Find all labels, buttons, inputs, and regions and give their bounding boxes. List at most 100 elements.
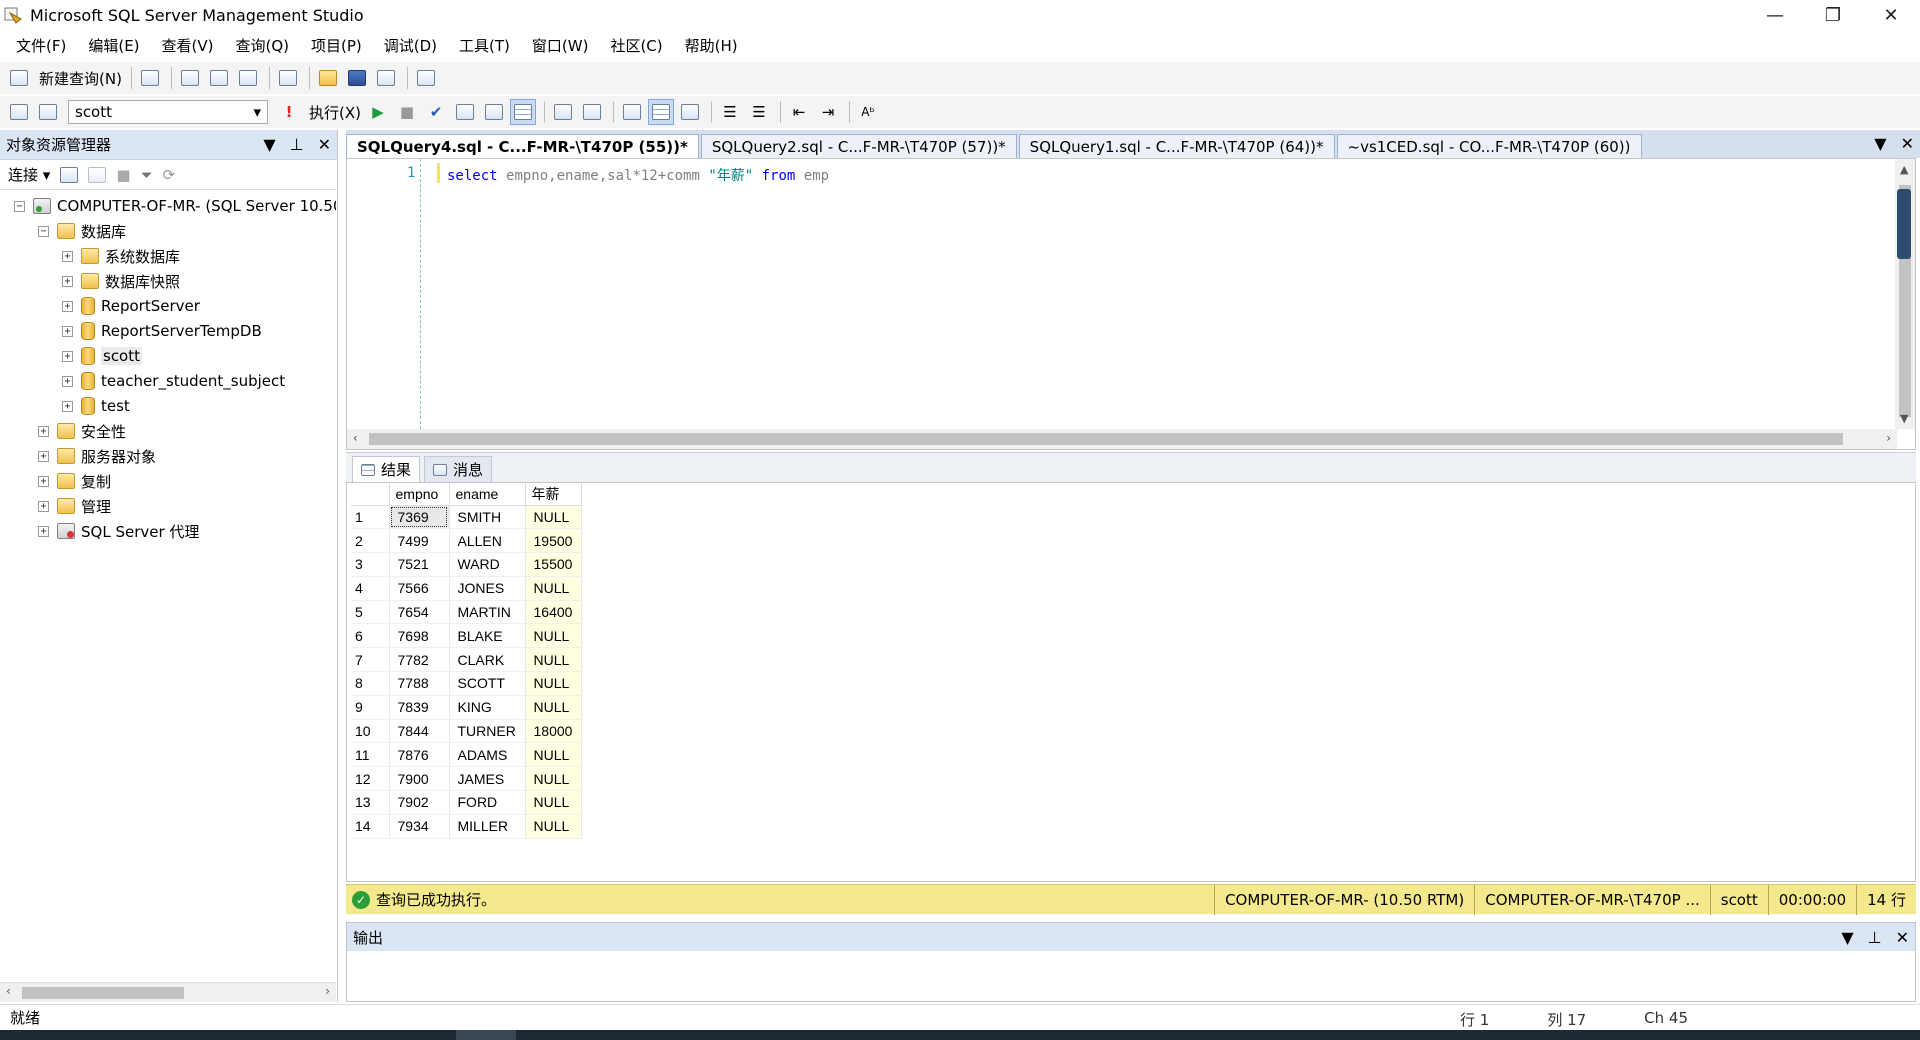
column-header-salary[interactable]: 年薪 — [525, 483, 582, 506]
stop-icon[interactable]: ■ — [116, 166, 130, 184]
restore-button[interactable]: ❐ — [1804, 0, 1862, 30]
tab-sqlquery2[interactable]: SQLQuery2.sql - C...F-MR-\T470P (57))* — [700, 134, 1017, 158]
execute-icon[interactable]: ! — [276, 99, 302, 125]
tree-node[interactable]: − COMPUTER-OF-MR- (SQL Server 10.50 — [14, 194, 336, 218]
row-number[interactable]: 14 — [351, 814, 390, 839]
copy-file-icon[interactable] — [275, 65, 301, 91]
cell-ename[interactable]: ADAMS — [449, 742, 526, 768]
row-number[interactable]: 5 — [351, 600, 390, 625]
row-number[interactable]: 3 — [351, 552, 390, 577]
tab-sqlquery1[interactable]: SQLQuery1.sql - C...F-MR-\T470P (64))* — [1018, 134, 1335, 158]
table-row[interactable]: 1 7369 SMITH NULL — [351, 505, 582, 530]
menu-window[interactable]: 窗口(W) — [524, 35, 597, 56]
scroll-left-icon[interactable]: ‹ — [353, 431, 358, 445]
cell-ename[interactable]: JONES — [449, 576, 526, 601]
row-number[interactable]: 2 — [351, 528, 390, 554]
cell-salary[interactable]: NULL — [525, 623, 582, 649]
cell-ename[interactable]: BLAKE — [449, 623, 526, 649]
debug-play-icon[interactable]: ▶ — [365, 99, 391, 125]
row-number[interactable]: 7 — [351, 647, 390, 673]
results-grid-icon[interactable] — [647, 99, 674, 125]
tree-node[interactable]: − 数据库 — [38, 219, 126, 243]
scroll-down-icon[interactable]: ▼ — [1900, 412, 1908, 425]
cell-empno[interactable]: 7844 — [389, 719, 450, 744]
decrease-indent-icon[interactable]: ⇤ — [786, 99, 812, 125]
scroll-thumb[interactable] — [369, 433, 1843, 445]
expand-icon[interactable]: + — [62, 325, 73, 337]
table-row[interactable]: 12 7900 JAMES NULL — [351, 766, 582, 792]
table-row[interactable]: 8 7788 SCOTT NULL — [351, 671, 582, 696]
refresh-icon[interactable]: ⟳ — [163, 166, 176, 184]
cell-ename[interactable]: SCOTT — [449, 671, 526, 696]
cell-empno[interactable]: 7521 — [389, 552, 450, 577]
scroll-left-icon[interactable]: ‹ — [6, 984, 11, 998]
cell-empno[interactable]: 7934 — [389, 814, 450, 839]
tree-node[interactable]: + 管理 — [38, 494, 111, 518]
pin-icon[interactable]: ⊥ — [1868, 928, 1882, 947]
tab-list-dropdown-icon[interactable]: ▼ — [1874, 134, 1886, 153]
expand-icon[interactable]: + — [38, 500, 49, 512]
table-row[interactable]: 11 7876 ADAMS NULL — [351, 742, 582, 768]
increase-indent-icon[interactable]: ⇥ — [815, 99, 841, 125]
expand-icon[interactable]: + — [62, 275, 73, 287]
cell-ename[interactable]: KING — [449, 695, 526, 720]
object-explorer-hscrollbar[interactable]: ‹ › — [0, 982, 336, 1002]
new-file-icon[interactable] — [137, 65, 163, 91]
query-designer-icon[interactable] — [481, 99, 507, 125]
cell-empno[interactable]: 7369 — [389, 505, 450, 530]
cell-empno[interactable]: 7839 — [389, 695, 450, 720]
execute-button[interactable]: 执行(X) — [309, 102, 361, 123]
cell-ename[interactable]: WARD — [449, 552, 526, 577]
table-row[interactable]: 5 7654 MARTIN 16400 — [351, 600, 582, 625]
cell-empno[interactable]: 7876 — [389, 742, 450, 768]
table-row[interactable]: 9 7839 KING NULL — [351, 695, 582, 720]
results-to-text-icon[interactable] — [619, 99, 645, 125]
table-row[interactable]: 4 7566 JONES NULL — [351, 576, 582, 601]
row-number[interactable]: 1 — [351, 505, 390, 530]
tree-node[interactable]: + 复制 — [38, 469, 111, 493]
table-row[interactable]: 3 7521 WARD 15500 — [351, 552, 582, 577]
cell-salary[interactable]: 15500 — [525, 552, 582, 577]
menu-view[interactable]: 查看(V) — [154, 35, 222, 56]
tree-node[interactable]: + teacher_student_subject — [62, 369, 285, 393]
minimize-button[interactable]: — — [1746, 0, 1804, 30]
close-window-button[interactable]: ✕ — [1862, 0, 1920, 30]
menu-debug[interactable]: 调试(D) — [376, 35, 445, 56]
include-plan-icon[interactable] — [550, 99, 576, 125]
row-number[interactable]: 13 — [351, 790, 390, 815]
collapse-icon[interactable]: − — [38, 225, 49, 237]
cell-empno[interactable]: 7698 — [389, 623, 450, 649]
cell-empno[interactable]: 7566 — [389, 576, 450, 601]
cell-salary[interactable]: 19500 — [525, 528, 582, 554]
tree-node[interactable]: + 数据库快照 — [62, 269, 180, 293]
menu-community[interactable]: 社区(C) — [602, 35, 670, 56]
cell-ename[interactable]: ALLEN — [449, 528, 526, 554]
stop-icon[interactable]: ■ — [394, 99, 420, 125]
disconnect-icon[interactable] — [88, 166, 107, 183]
analysis-query-icon[interactable] — [206, 65, 232, 91]
connect-icon[interactable] — [6, 99, 32, 125]
connect-dropdown-button[interactable]: 连接 ▾ — [8, 164, 50, 185]
tree-node[interactable]: + 服务器对象 — [38, 444, 156, 468]
expand-icon[interactable]: + — [62, 400, 73, 412]
cell-ename[interactable]: SMITH — [449, 505, 526, 530]
table-row[interactable]: 6 7698 BLAKE NULL — [351, 623, 582, 649]
database-engine-query-icon[interactable] — [177, 65, 203, 91]
table-row[interactable]: 2 7499 ALLEN 19500 — [351, 528, 582, 554]
cell-ename[interactable]: MILLER — [449, 814, 526, 839]
cell-empno[interactable]: 7900 — [389, 766, 450, 792]
cell-salary[interactable]: 18000 — [525, 719, 582, 744]
cell-ename[interactable]: FORD — [449, 790, 526, 815]
new-query-button[interactable]: 新建查询(N) — [39, 68, 122, 89]
table-row[interactable]: 14 7934 MILLER NULL — [351, 814, 582, 839]
estimated-plan-icon[interactable] — [452, 99, 478, 125]
editor-vscrollbar[interactable]: ▲ ▼ — [1895, 159, 1915, 429]
splitter-handle[interactable] — [1897, 189, 1911, 259]
cell-salary[interactable]: NULL — [525, 576, 582, 601]
column-header-empno[interactable]: empno — [389, 483, 450, 506]
editor-hscrollbar[interactable]: ‹ › — [347, 429, 1897, 449]
mdx-query-icon[interactable] — [235, 65, 261, 91]
menu-edit[interactable]: 编辑(E) — [80, 35, 147, 56]
results-to-grid-icon[interactable] — [509, 99, 536, 125]
expand-icon[interactable]: + — [62, 350, 73, 362]
